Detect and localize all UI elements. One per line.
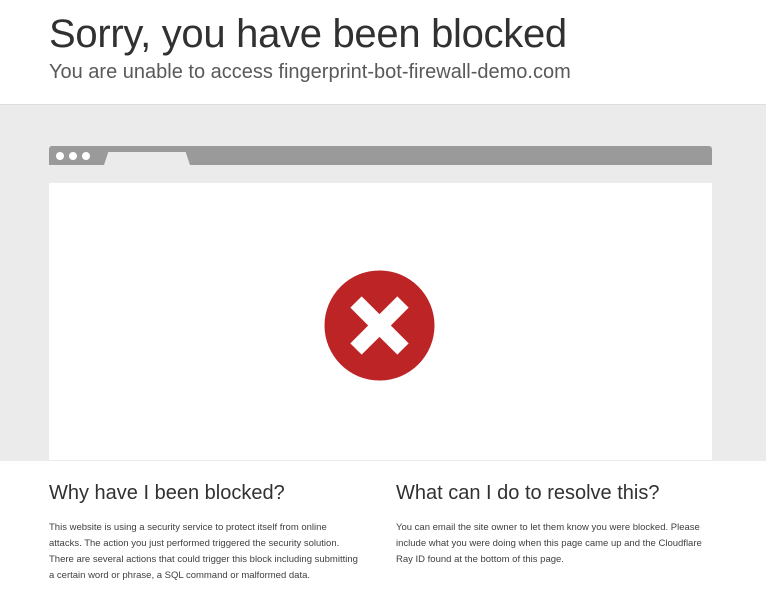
page-subtitle: You are unable to access fingerprint-bot…: [49, 61, 571, 83]
window-dot-icon: [69, 152, 77, 160]
why-blocked-text: This website is using a security service…: [49, 522, 358, 581]
resolve-text: You can email the site owner to let them…: [396, 522, 702, 565]
resolve-heading: What can I do to resolve this?: [396, 482, 660, 504]
window-dot-icon: [56, 152, 64, 160]
why-blocked-heading: Why have I been blocked?: [49, 482, 285, 504]
page-header: Sorry, you have been blocked You are una…: [0, 0, 766, 104]
why-blocked-section: Why have I been blocked? This website is…: [49, 482, 359, 584]
window-dot-icon: [82, 152, 90, 160]
error-x-icon: [324, 270, 435, 381]
resolve-section: What can I do to resolve this? You can e…: [396, 482, 706, 568]
browser-tab: [104, 152, 190, 165]
page-title: Sorry, you have been blocked: [49, 12, 567, 56]
